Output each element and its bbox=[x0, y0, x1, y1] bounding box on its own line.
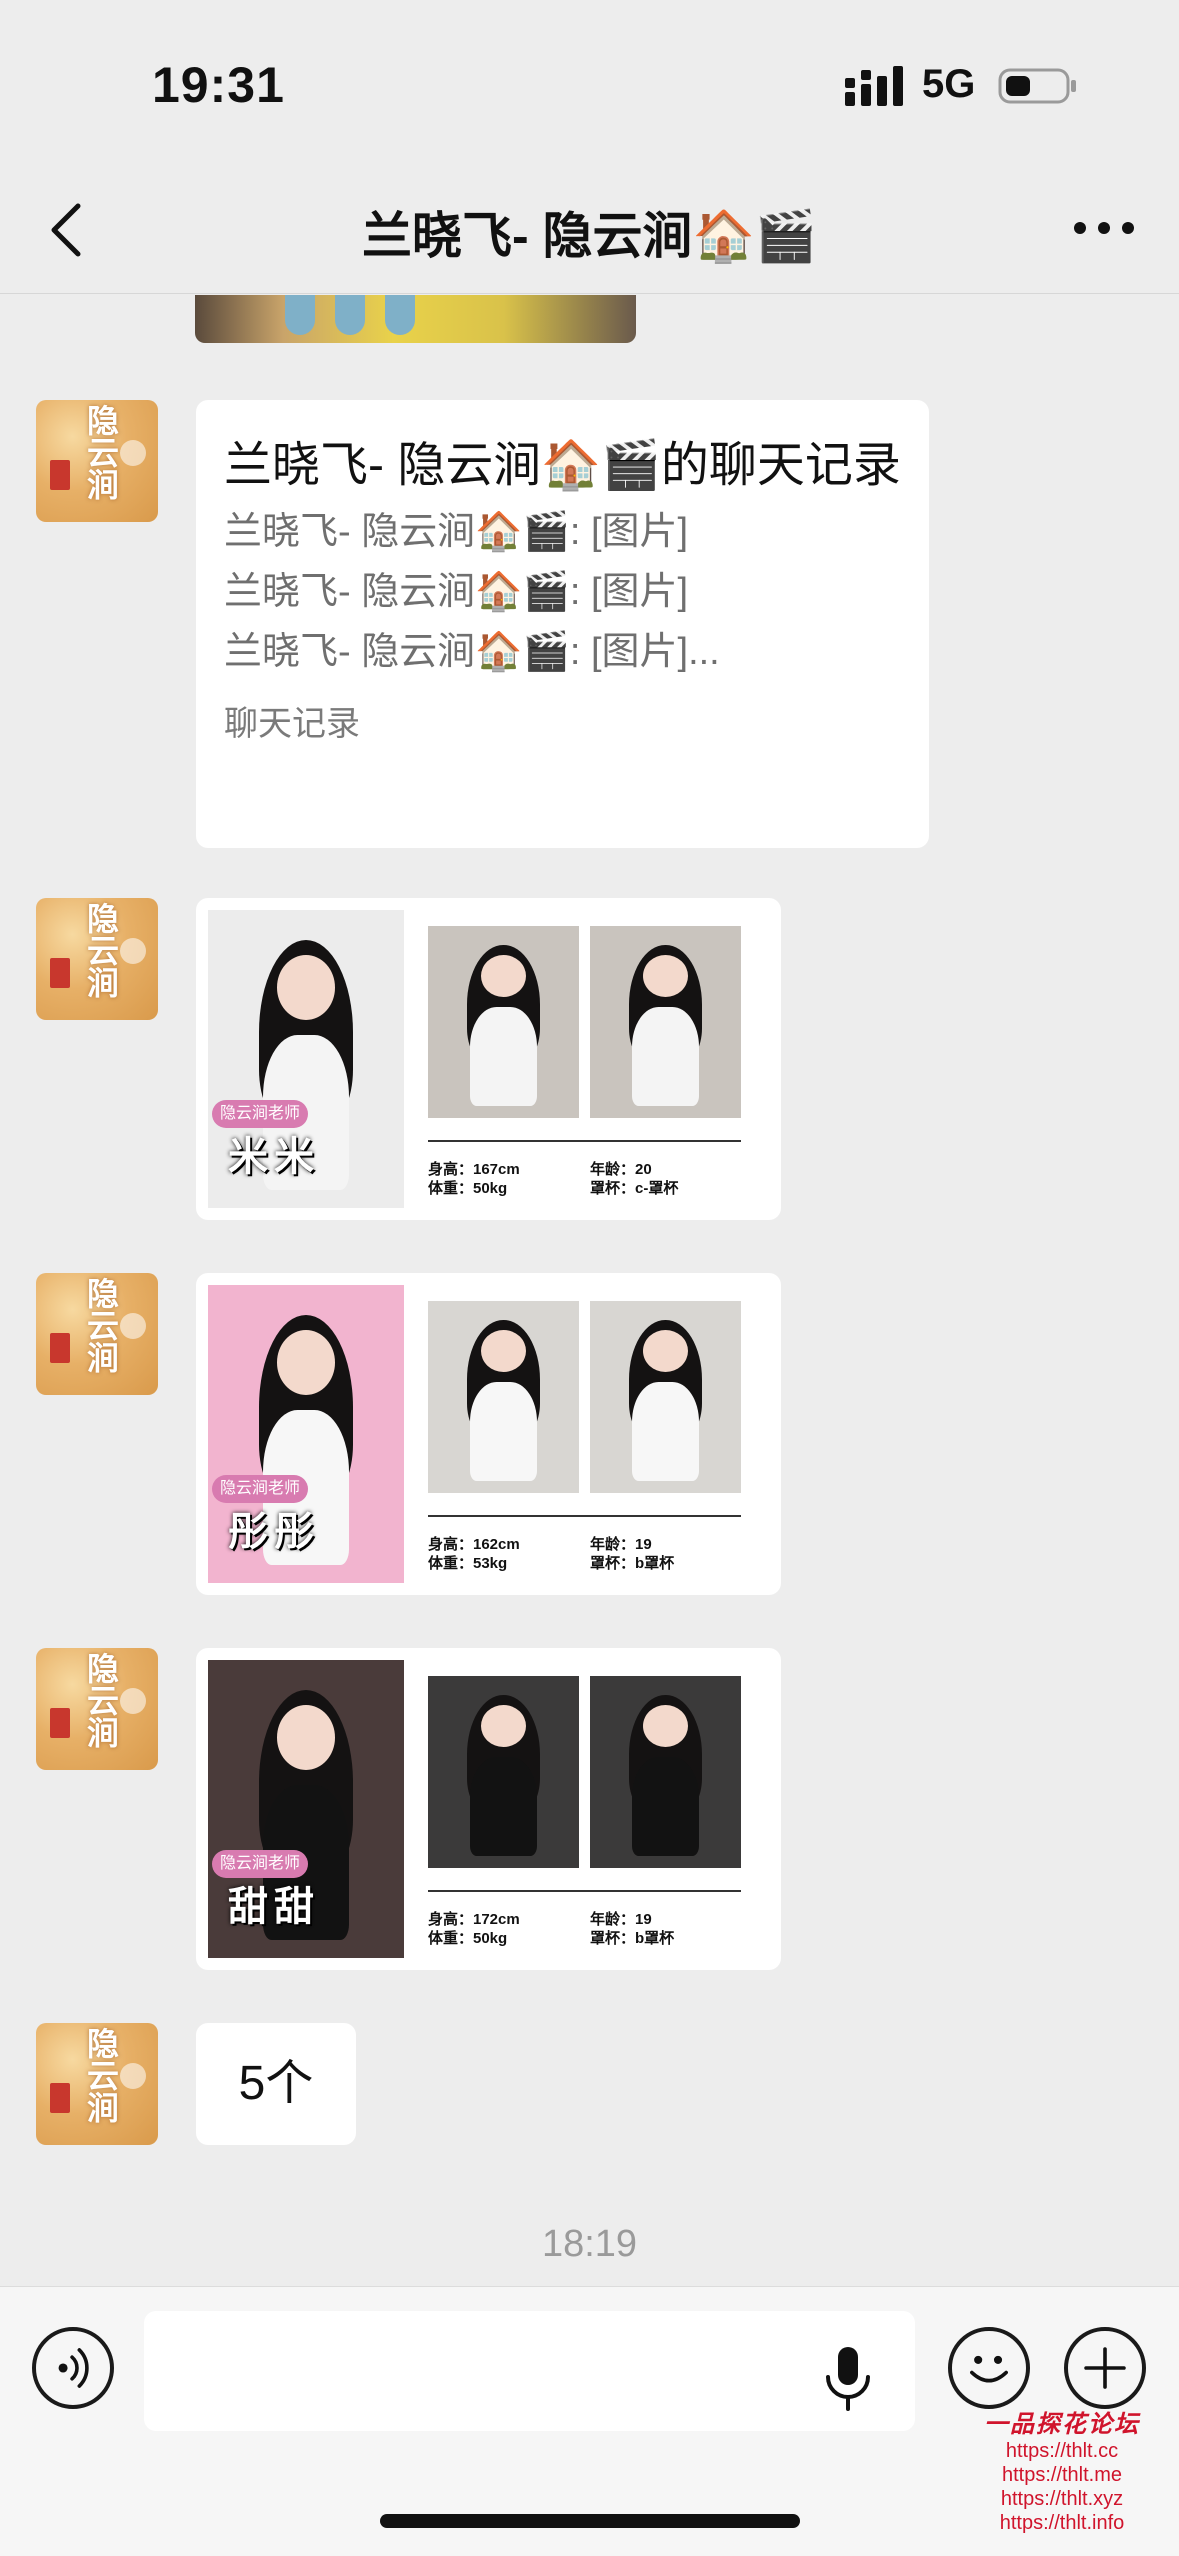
profile-weight: 体重：53kg bbox=[428, 1555, 508, 1572]
profile-name: 彤彤 bbox=[228, 1509, 320, 1555]
voice-mode-icon[interactable] bbox=[32, 2327, 114, 2409]
chat-record-card[interactable]: 兰晓飞- 隐云涧🏠🎬的聊天记录 兰晓飞- 隐云涧🏠🎬: [图片] 兰晓飞- 隐云… bbox=[196, 400, 929, 848]
profile-age: 年龄：19 bbox=[590, 1911, 652, 1928]
status-bar: 19:31 5G bbox=[0, 0, 1179, 170]
network-label: 5G bbox=[922, 62, 976, 106]
profile-main-photo: 隐云涧老师 米米 bbox=[208, 910, 404, 1208]
microphone-icon[interactable] bbox=[820, 2343, 876, 2415]
home-indicator bbox=[380, 2514, 800, 2528]
divider bbox=[428, 1515, 741, 1517]
watermark-url: https://thlt.xyz bbox=[1000, 2488, 1124, 2510]
battery-icon bbox=[998, 68, 1076, 104]
profile-main-photo: 隐云涧老师 甜甜 bbox=[208, 1660, 404, 1958]
text-bubble[interactable]: 5个 bbox=[196, 2023, 356, 2145]
record-footer: 聊天记录 bbox=[224, 705, 360, 743]
profile-age: 年龄：20 bbox=[590, 1161, 652, 1178]
profile-image-card[interactable]: 隐云涧老师 米米身高：167cm 体重：50kg 年龄：20 罩杯：c-罩杯 bbox=[196, 898, 781, 1220]
watermark-title: 一品探花论坛 bbox=[984, 2409, 1140, 2438]
record-line: 兰晓飞- 隐云涧🏠🎬: [图片]... bbox=[224, 631, 720, 673]
profile-stats-left: 身高：172cm 体重：50kg bbox=[428, 1910, 520, 1948]
watermark-url: https://thlt.cc bbox=[1005, 2440, 1119, 2462]
watermark-url: https://thlt.info bbox=[999, 2512, 1125, 2534]
profile-stats-right: 年龄：19 罩杯：b罩杯 bbox=[590, 1910, 674, 1948]
profile-stats-right: 年龄：20 罩杯：c-罩杯 bbox=[590, 1160, 678, 1198]
profile-photo bbox=[590, 1676, 741, 1868]
avatar[interactable]: 隐云涧 bbox=[36, 898, 158, 1020]
profile-weight: 体重：50kg bbox=[428, 1180, 508, 1197]
profile-main-photo: 隐云涧老师 彤彤 bbox=[208, 1285, 404, 1583]
profile-stats-left: 身高：162cm 体重：53kg bbox=[428, 1535, 520, 1573]
chat-area[interactable]: 隐云涧 兰晓飞- 隐云涧🏠🎬的聊天记录 兰晓飞- 隐云涧🏠🎬: [图片] 兰晓飞… bbox=[0, 295, 1179, 2285]
profile-height: 身高：167cm bbox=[428, 1161, 520, 1178]
profile-photo bbox=[428, 1676, 579, 1868]
profile-name: 甜甜 bbox=[228, 1884, 320, 1930]
profile-photo bbox=[428, 926, 579, 1118]
message-input[interactable] bbox=[144, 2311, 915, 2431]
profile-image-card[interactable]: 隐云涧老师 甜甜身高：172cm 体重：50kg 年龄：19 罩杯：b罩杯 bbox=[196, 1648, 781, 1970]
divider bbox=[428, 1890, 741, 1892]
avatar[interactable]: 隐云涧 bbox=[36, 1648, 158, 1770]
profile-photo bbox=[590, 926, 741, 1118]
status-time: 19:31 bbox=[152, 57, 285, 113]
profile-name: 米米 bbox=[228, 1134, 320, 1180]
profile-image-card[interactable]: 隐云涧老师 彤彤身高：162cm 体重：53kg 年龄：19 罩杯：b罩杯 bbox=[196, 1273, 781, 1595]
profile-stats-left: 身高：167cm 体重：50kg bbox=[428, 1160, 520, 1198]
profile-cup: 罩杯：b罩杯 bbox=[590, 1555, 675, 1572]
record-line: 兰晓飞- 隐云涧🏠🎬: [图片] bbox=[224, 571, 689, 613]
message-timestamp: 18:19 bbox=[541, 2223, 638, 2265]
profile-age: 年龄：19 bbox=[590, 1536, 652, 1553]
previous-image-message[interactable] bbox=[195, 295, 636, 343]
profile-weight: 体重：50kg bbox=[428, 1930, 508, 1947]
profile-height: 身高：162cm bbox=[428, 1536, 520, 1553]
divider bbox=[428, 1140, 741, 1142]
nav-bar: 兰晓飞- 隐云涧🏠🎬 bbox=[0, 170, 1179, 294]
profile-stats-right: 年龄：19 罩杯：b罩杯 bbox=[590, 1535, 674, 1573]
profile-cup: 罩杯：c-罩杯 bbox=[590, 1180, 679, 1197]
more-icon[interactable] bbox=[1069, 200, 1139, 256]
avatar[interactable]: 隐云涧 bbox=[36, 2023, 158, 2145]
record-title: 兰晓飞- 隐云涧🏠🎬的聊天记录 bbox=[224, 439, 901, 492]
forum-watermark: 一品探花论坛 https://thlt.cc https://thlt.me h… bbox=[952, 2404, 1172, 2535]
watermark-url: https://thlt.me bbox=[1001, 2464, 1123, 2486]
avatar[interactable]: 隐云涧 bbox=[36, 400, 158, 522]
profile-photo bbox=[428, 1301, 579, 1493]
profile-height: 身高：172cm bbox=[428, 1911, 520, 1928]
record-line: 兰晓飞- 隐云涧🏠🎬: [图片] bbox=[224, 511, 689, 553]
plus-icon[interactable] bbox=[1064, 2327, 1146, 2409]
profile-cup: 罩杯：b罩杯 bbox=[590, 1930, 675, 1947]
chat-title: 兰晓飞- 隐云涧🏠🎬 bbox=[361, 208, 818, 264]
emoji-icon[interactable] bbox=[948, 2327, 1030, 2409]
signal-icon bbox=[845, 66, 903, 106]
profile-photo bbox=[590, 1301, 741, 1493]
avatar[interactable]: 隐云涧 bbox=[36, 1273, 158, 1395]
